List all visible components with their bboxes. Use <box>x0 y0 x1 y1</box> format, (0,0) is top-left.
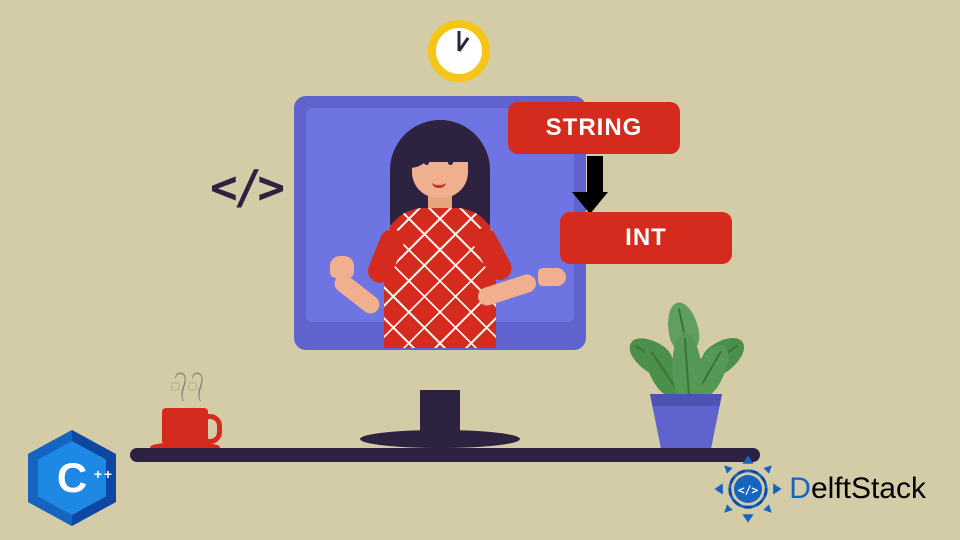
monitor-base <box>360 430 520 448</box>
delftstack-wordmark: DelftStack <box>789 472 926 506</box>
arrow-down-icon <box>582 156 608 214</box>
desk-surface <box>130 448 760 462</box>
plant-leaves <box>634 278 744 398</box>
plus-icon: + <box>94 466 102 482</box>
delftstack-mark-icon: </> <box>713 454 783 524</box>
clock-icon <box>428 20 490 82</box>
label-string: STRING <box>508 102 680 154</box>
cpp-language-badge: C + + <box>28 430 116 526</box>
plant-pot-icon <box>650 394 722 448</box>
code-brackets-icon: </> <box>210 160 281 214</box>
cpp-letter: C <box>28 430 116 526</box>
delftstack-logo: </> DelftStack <box>713 454 926 524</box>
svg-text:</>: </> <box>738 484 758 497</box>
plus-icon: + <box>104 466 112 482</box>
label-int: INT <box>560 212 732 264</box>
steam-icon: ᭄᭄ <box>170 374 206 406</box>
